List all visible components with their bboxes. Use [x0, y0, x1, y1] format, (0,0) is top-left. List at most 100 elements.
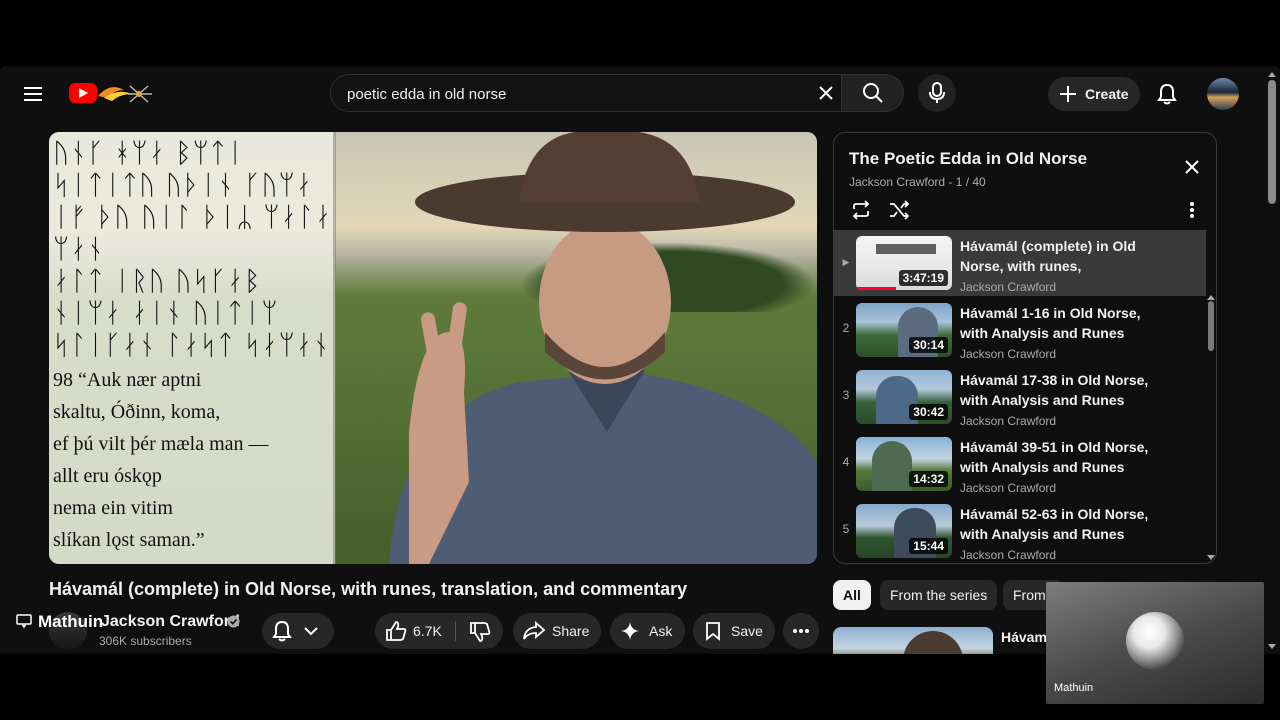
playlist-item-channel: Jackson Crawford — [960, 347, 1057, 361]
presenter-figure — [389, 132, 817, 564]
playlist-item[interactable]: 3 30:42 Hávamál 17-38 in Old Norse, with… — [834, 364, 1206, 430]
youtube-logo[interactable] — [68, 80, 158, 106]
playlist-item-channel: Jackson Crawford — [960, 548, 1057, 562]
thumbnail-person — [903, 631, 963, 654]
verse-line: 98 “Auk nær aptni — [53, 369, 202, 391]
close-playlist-button[interactable] — [1176, 151, 1208, 183]
playlist-item-index: 3 — [842, 388, 850, 402]
playlist-panel: The Poetic Edda in Old Norse Jackson Cra… — [833, 132, 1217, 564]
playlist-item[interactable]: ▶ 3:47:19 Hávamál (complete) in Old Nors… — [834, 230, 1206, 296]
rune-line: ᛋᛚᛁᚴᛅᚾ ᛚᛅᛋᛏ ᛋᛅᛘᛅᚾ — [53, 330, 331, 361]
search-box — [330, 74, 842, 113]
video-title: Hávamál (complete) in Old Norse, with ru… — [49, 579, 688, 599]
chip-all[interactable]: All — [833, 580, 871, 610]
save-label: Save — [731, 623, 763, 639]
chip-from-the-series[interactable]: From the series — [880, 580, 998, 610]
playlist-item-index: 5 — [842, 522, 850, 536]
duration-badge: 14:32 — [909, 471, 948, 487]
thumbnail-red-bar — [856, 287, 896, 290]
share-button[interactable]: Share — [513, 613, 601, 649]
duration-badge: 30:14 — [909, 337, 948, 353]
clear-search-button[interactable] — [812, 78, 840, 108]
thumbnail-text-block — [876, 244, 936, 254]
thumbnail: 14:32 — [856, 437, 952, 491]
verse-lines: 98 “Auk nær aptni skaltu, Óðinn, koma, e… — [53, 364, 343, 556]
webcam-avatar — [1126, 612, 1184, 670]
thumbnail: 3:47:19 — [856, 236, 952, 290]
search-input[interactable] — [345, 75, 809, 113]
shuffle-button[interactable] — [884, 195, 914, 225]
plus-icon — [1060, 86, 1076, 102]
youtube-app: Create ᚢᚾᚴ ᚼᛘᛅ ᛒᛘᛏᛁ ᛋᛁᛏᛁᛏᚢ ᚢᚦᛁᚾ ᚴᚢᛘᛅ ᛁᚠ … — [0, 66, 1280, 654]
page-scrollbar[interactable] — [1268, 80, 1276, 204]
playlist-menu-button[interactable] — [1178, 195, 1206, 225]
close-icon — [819, 86, 833, 100]
hamburger-icon — [24, 87, 42, 101]
subscriber-count: 306K subscribers — [99, 634, 192, 648]
webcam-overlay[interactable]: Mathuin — [1046, 582, 1264, 704]
menu-button[interactable] — [18, 78, 50, 110]
sparkle-icon — [621, 622, 639, 640]
like-divider — [455, 621, 456, 641]
play-indicator-icon: ▶ — [842, 257, 850, 267]
like-button[interactable]: 6.7K — [375, 613, 455, 649]
playlist-item-title: Hávamál 39-51 in Old Norse, with Analysi… — [960, 439, 1149, 475]
voice-search-button[interactable] — [918, 74, 956, 112]
playlist-item-channel: Jackson Crawford — [960, 414, 1057, 428]
verse-line: allt eru óskǫp — [53, 465, 162, 487]
viewer-overlay-name: Mathuin — [38, 612, 104, 631]
microphone-icon — [929, 82, 945, 103]
rune-line: ᚾᛁᛘᛅ ᛅᛁᚾ ᚢᛁᛏᛁᛘ — [53, 298, 279, 329]
playlist-item[interactable]: 2 30:14 Hávamál 1-16 in Old Norse, with … — [834, 297, 1206, 363]
duration-badge: 15:44 — [909, 538, 948, 554]
playlist-item[interactable]: 4 14:32 Hávamál 39-51 in Old Norse, with… — [834, 431, 1206, 497]
save-button[interactable]: Save — [693, 613, 775, 649]
bookmark-icon — [706, 622, 720, 641]
like-count: 6.7K — [413, 623, 442, 639]
recommended-thumbnail[interactable] — [833, 627, 993, 654]
playlist-item-channel: Jackson Crawford — [960, 481, 1057, 495]
loop-button[interactable] — [846, 195, 876, 225]
close-icon — [1185, 160, 1199, 174]
ask-button[interactable]: Ask — [610, 613, 685, 649]
scroll-up-arrow-icon[interactable] — [1207, 295, 1215, 300]
webcam-name: Mathuin — [1054, 682, 1094, 694]
scroll-down-arrow-icon[interactable] — [1268, 644, 1276, 649]
rune-line: ᚢᚾᚴ ᚼᛘᛅ ᛒᛘᛏᛁ — [53, 138, 245, 169]
share-icon — [523, 621, 545, 640]
playlist-item-title: Hávamál 1-16 in Old Norse, with Analysis… — [960, 305, 1141, 341]
video-player[interactable]: ᚢᚾᚴ ᚼᛘᛅ ᛒᛘᛏᛁ ᛋᛁᛏᛁᛏᚢ ᚢᚦᛁᚾ ᚴᚢᛘᛅ ᛁᚠ ᚦᚢ ᚢᛁᛚ … — [49, 132, 817, 564]
share-label: Share — [552, 623, 590, 639]
avatar[interactable] — [1207, 78, 1239, 110]
playlist-item[interactable]: 5 15:44 Hávamál 52-63 in Old Norse, with… — [834, 498, 1206, 563]
create-button[interactable]: Create — [1048, 77, 1140, 111]
channel-name[interactable]: Jackson Crawford — [101, 613, 240, 631]
playlist-item-channel: Jackson Crawford — [960, 280, 1057, 294]
more-actions-button[interactable] — [783, 613, 819, 649]
search-button[interactable] — [842, 74, 904, 112]
chevron-down-icon — [304, 627, 318, 636]
notifications-button[interactable] — [1150, 77, 1184, 111]
playlist-item-title: Hávamál 52-63 in Old Norse, with Analysi… — [960, 506, 1149, 542]
playlist-item-index: 2 — [842, 321, 850, 335]
subscription-button[interactable] — [262, 613, 334, 649]
playlist-scrollbar[interactable] — [1208, 301, 1214, 351]
dislike-button[interactable] — [459, 613, 503, 649]
bell-icon — [272, 620, 292, 642]
scroll-up-arrow-icon[interactable] — [1268, 72, 1276, 77]
verse-line: skaltu, Óðinn, koma, — [53, 401, 221, 423]
rune-line: ᛅᛚᛏ ᛁᚱᚢ ᚢᛋᚴᛅᛒ — [53, 266, 262, 297]
verse-line: ef þú vilt þér mæla man — — [53, 433, 269, 455]
rune-line: ᛁᚠ ᚦᚢ ᚢᛁᛚ ᚦᛁᛦ ᛘᛅᛚᛅ ᛘᛅᚾ — [53, 202, 333, 265]
verified-icon — [227, 615, 240, 628]
search-icon — [862, 83, 883, 103]
thumbnail-person — [872, 441, 912, 491]
verse-line: slíkan lǫst saman.” — [53, 529, 205, 551]
playlist-title[interactable]: The Poetic Edda in Old Norse — [849, 149, 1087, 169]
scroll-down-arrow-icon[interactable] — [1207, 555, 1215, 560]
thumbnail: 15:44 — [856, 504, 952, 558]
ask-label: Ask — [649, 623, 673, 639]
duration-badge: 3:47:19 — [898, 270, 948, 286]
create-label: Create — [1085, 86, 1129, 102]
rune-line: ᛋᛁᛏᛁᛏᚢ ᚢᚦᛁᚾ ᚴᚢᛘᛅ — [53, 170, 313, 201]
